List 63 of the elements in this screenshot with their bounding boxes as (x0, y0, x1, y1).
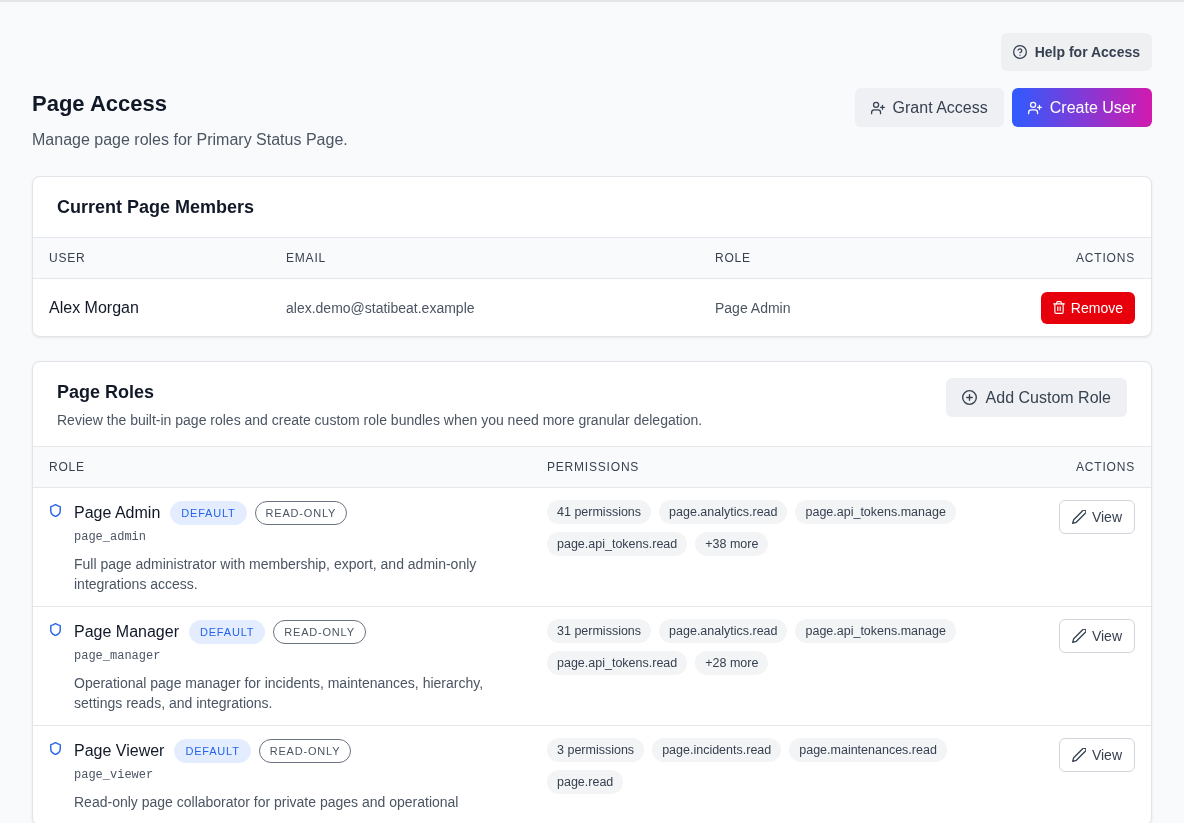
shield-icon (50, 742, 61, 755)
card-title: Page Roles (57, 381, 155, 404)
permission-chip: +38 more (695, 532, 769, 556)
default-badge: DEFAULT (174, 739, 251, 763)
column-header: ROLE (49, 460, 85, 474)
user-plus-icon (870, 100, 885, 115)
column-header: ROLE (715, 251, 751, 265)
create-user-button[interactable]: Create User (1011, 88, 1152, 127)
user-name: Alex Morgan (49, 298, 139, 317)
role-key: page_admin (74, 528, 146, 546)
help-icon (1012, 45, 1027, 59)
role-name: Page Admin (74, 504, 161, 522)
role-name: Page Viewer (74, 742, 165, 760)
view-button[interactable]: View (1058, 500, 1135, 534)
permission-chip: 3 permissions (547, 738, 645, 762)
view-button[interactable]: View (1058, 738, 1135, 772)
permission-chip: 31 permissions (547, 619, 652, 643)
column-header: EMAIL (286, 251, 326, 265)
permission-chip: +28 more (695, 651, 769, 675)
permission-chip: page.incidents.read (652, 738, 782, 762)
shield-icon (50, 504, 61, 517)
remove-button[interactable]: Remove (1040, 291, 1135, 324)
column-header: USER (49, 251, 86, 265)
default-badge: DEFAULT (188, 620, 266, 644)
role-description: Operational page manager for incidents, maintenances, hierarchy, settings reads, and integrations. (74, 674, 485, 713)
trash-icon (1052, 301, 1065, 314)
permission-chip: page.maintenances.read (789, 738, 947, 762)
table-cell: Page Admin (715, 299, 791, 316)
role-name: Page Manager (74, 623, 179, 641)
permission-chip: 41 permissions (547, 500, 652, 524)
permission-chip: page.api_tokens.manage (795, 619, 956, 643)
permission-chip: page.api_tokens.read (547, 651, 688, 675)
page-title: Page Access (32, 90, 167, 118)
role-description: Full page administrator with membership, export, and admin-only integrations access. (74, 555, 478, 594)
shield-icon (50, 623, 61, 636)
read-only-badge: READ-ONLY (254, 501, 348, 525)
pencil-icon (1071, 510, 1086, 524)
read-only-badge: READ-ONLY (258, 739, 352, 763)
role-key: page_manager (74, 647, 161, 665)
pencil-icon (1071, 629, 1086, 643)
column-header: PERMISSIONS (547, 460, 640, 474)
column-header: ACTIONS (1076, 251, 1135, 265)
grant-access-button[interactable]: Grant Access (854, 88, 1004, 127)
role-key: page_viewer (74, 766, 154, 784)
table-cell: alex.demo@statibeat.example (286, 299, 475, 316)
add-role-button[interactable]: Add Custom Role (945, 378, 1127, 417)
page-subtitle: Manage page roles for Primary Status Page. (32, 130, 348, 150)
permission-chip: page.analytics.read (659, 500, 788, 524)
permission-chip: page.api_tokens.read (547, 532, 688, 556)
default-badge: DEFAULT (170, 501, 247, 525)
column-header: ACTIONS (1076, 460, 1135, 474)
pencil-icon (1071, 748, 1086, 762)
permission-chip: page.api_tokens.manage (795, 500, 956, 524)
view-button[interactable]: View (1058, 619, 1135, 653)
card-description: Review the built-in page roles and create custom role bundles when you need more granular delegation. (57, 411, 703, 430)
permission-chip: page.analytics.read (659, 619, 788, 643)
user-plus-icon (1027, 100, 1042, 115)
permission-chip: page.read (547, 770, 624, 794)
read-only-badge: READ-ONLY (273, 620, 366, 644)
plus-circle-icon (961, 390, 977, 405)
help-button[interactable]: Help for Access (1000, 33, 1152, 71)
card-title: Current Page Members (57, 196, 255, 219)
role-description: Read-only page collaborator for private pages and operational (74, 793, 459, 812)
